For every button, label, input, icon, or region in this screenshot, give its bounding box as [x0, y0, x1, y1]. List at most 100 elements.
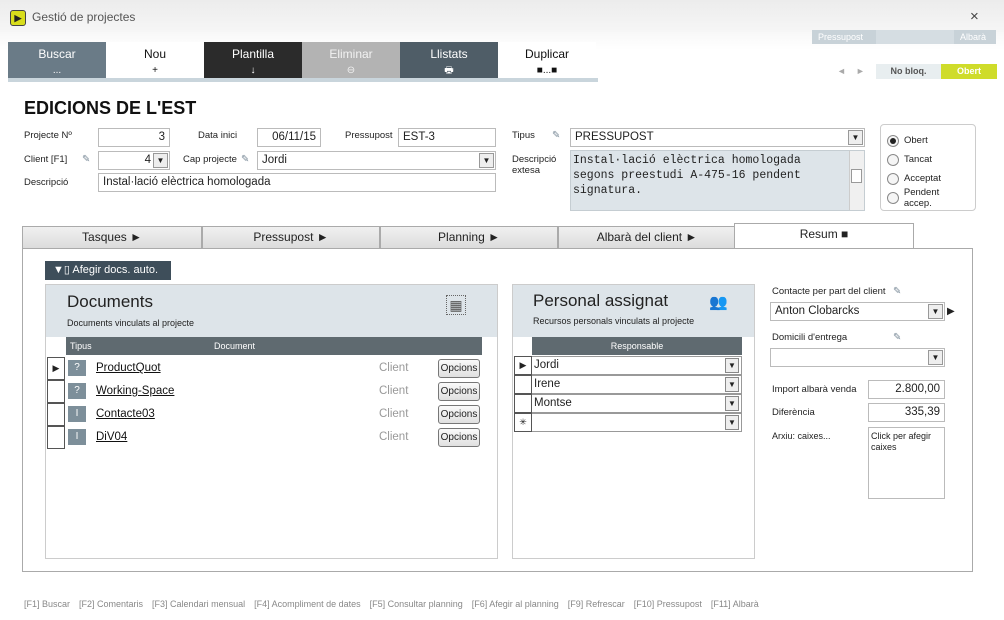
- projecte-field[interactable]: 3: [98, 128, 170, 147]
- documents-subtitle: Documents vinculats al projecte: [67, 318, 195, 328]
- radio-circle[interactable]: [887, 191, 899, 204]
- pager-spacer: [876, 30, 954, 44]
- tab-1[interactable]: Tasques ►: [22, 226, 202, 249]
- duplicar-button[interactable]: Duplicar ■...■: [498, 42, 596, 78]
- grid-view-icon[interactable]: ▦: [446, 295, 466, 315]
- row-selector[interactable]: ▶: [47, 357, 65, 380]
- pager-pressupost[interactable]: Pressupost: [812, 30, 876, 44]
- row-selector[interactable]: ✳: [514, 413, 532, 432]
- chevron-down-icon[interactable]: ▼: [479, 153, 494, 168]
- radio-circle[interactable]: [887, 172, 899, 185]
- radio-obert[interactable]: Obert: [887, 131, 969, 150]
- opcions-button[interactable]: Opcions: [438, 428, 480, 447]
- document-link[interactable]: DiV04: [96, 431, 127, 443]
- doc-type-icon: I: [68, 429, 86, 445]
- document-client: Client: [379, 408, 409, 420]
- radio-circle[interactable]: [887, 134, 899, 147]
- eliminar-button[interactable]: Eliminar ⊖: [302, 42, 400, 78]
- domicili-edit-icon[interactable]: ✎: [893, 332, 901, 343]
- buscar-icon: ...: [52, 65, 62, 76]
- duplicar-icon: ■...■: [536, 65, 558, 76]
- tab-5[interactable]: Resum ■: [734, 223, 914, 250]
- opcions-button[interactable]: Opcions: [438, 405, 480, 424]
- scroll-thumb[interactable]: [851, 169, 862, 183]
- data-inici-label: Data inici: [198, 130, 238, 141]
- afegir-docs-button[interactable]: ▼▯ Afegir docs. auto.: [45, 261, 171, 280]
- chevron-down-icon[interactable]: ▼: [725, 358, 739, 373]
- tab-2[interactable]: Pressupost ►: [202, 226, 380, 249]
- radio-label: Pendent accep.: [903, 186, 940, 209]
- shortcut-hint: [F2] Comentaris: [79, 599, 144, 609]
- contacte-go-icon[interactable]: ▶: [947, 306, 955, 317]
- row-selector[interactable]: [47, 426, 65, 449]
- radio-tancat[interactable]: Tancat: [887, 150, 969, 169]
- tipus-select[interactable]: PRESSUPOST ▼: [570, 128, 865, 147]
- chevron-down-icon[interactable]: ▼: [725, 377, 739, 392]
- diferencia-field[interactable]: 335,39: [868, 403, 945, 422]
- chevron-down-icon[interactable]: ▼: [928, 350, 943, 365]
- shortcut-hint: [F9] Refrescar: [567, 599, 625, 609]
- row-selector[interactable]: [47, 403, 65, 426]
- responsable-select[interactable]: Jordi ▼: [532, 356, 742, 375]
- chevron-down-icon[interactable]: ▼: [725, 415, 739, 430]
- arxiu-box[interactable]: Click per afegir caixes: [868, 427, 945, 499]
- opcions-button[interactable]: Opcions: [438, 359, 480, 378]
- tab-3[interactable]: Planning ►: [380, 226, 558, 249]
- document-link[interactable]: Working-Space: [96, 385, 174, 397]
- open-status-badge[interactable]: Obert: [941, 64, 997, 79]
- radio-circle[interactable]: [887, 153, 899, 166]
- client-edit-icon[interactable]: ✎: [82, 154, 90, 165]
- documents-panel: Documents Documents vinculats al project…: [45, 284, 498, 559]
- llistats-button[interactable]: Llistats 🖶: [400, 42, 498, 78]
- buscar-button[interactable]: Buscar...: [8, 42, 106, 78]
- row-selector[interactable]: [47, 380, 65, 403]
- chevron-down-icon[interactable]: ▼: [153, 153, 168, 168]
- tipus-label: Tipus: [512, 130, 535, 141]
- pager-albara[interactable]: Albarà: [954, 30, 996, 44]
- plantilla-button[interactable]: Plantilla ↓: [204, 42, 302, 78]
- document-link[interactable]: Contacte03: [96, 408, 155, 420]
- chevron-down-icon[interactable]: ▼: [848, 130, 863, 145]
- document-link[interactable]: ProductQuot: [96, 362, 161, 374]
- responsable-select[interactable]: ▼: [532, 413, 742, 432]
- domicili-select[interactable]: ▼: [770, 348, 945, 367]
- document-client: Client: [379, 362, 409, 374]
- plantilla-label: Plantilla: [231, 47, 275, 61]
- client-select[interactable]: 4 ▼: [98, 151, 170, 170]
- llistats-label: Llistats: [430, 47, 468, 61]
- opcions-button[interactable]: Opcions: [438, 382, 480, 401]
- chevron-down-icon[interactable]: ▼: [928, 304, 943, 319]
- lock-status-badge[interactable]: No bloq.: [876, 64, 941, 79]
- responsable-select[interactable]: Irene ▼: [532, 375, 742, 394]
- llistats-icon: 🖶: [444, 65, 454, 76]
- tab-4[interactable]: Albarà del client ►: [558, 226, 736, 249]
- row-selector[interactable]: [514, 375, 532, 394]
- cap-edit-icon[interactable]: ✎: [241, 154, 249, 165]
- data-inici-field[interactable]: 06/11/15: [257, 128, 321, 147]
- close-icon[interactable]: ×: [970, 8, 979, 25]
- import-field[interactable]: 2.800,00: [868, 380, 945, 399]
- nou-button[interactable]: Nou +: [106, 42, 204, 78]
- doc-type-icon: ?: [68, 360, 86, 376]
- shortcut-hint: [F3] Calendari mensual: [152, 599, 246, 609]
- radio-pendentaccep[interactable]: Pendent accep.: [887, 186, 969, 209]
- row-selector[interactable]: ▶: [514, 356, 532, 375]
- shortcut-hint: [F4] Acompliment de dates: [254, 599, 361, 609]
- desc-ext-textarea[interactable]: Instal·lació elèctrica homologada segons…: [570, 150, 865, 211]
- pressupost-field[interactable]: EST-3: [398, 128, 496, 147]
- row-selector[interactable]: [514, 394, 532, 413]
- chevron-down-icon[interactable]: ▼: [725, 396, 739, 411]
- add-person-icon[interactable]: 👥: [709, 293, 728, 311]
- list-item: Montse ▼: [513, 394, 743, 413]
- descripcio-field[interactable]: Instal·lació elèctrica homologada: [98, 173, 496, 192]
- contacte-select[interactable]: Anton Clobarcks ▼: [770, 302, 945, 321]
- contacte-edit-icon[interactable]: ✎: [893, 286, 901, 297]
- prev-arrow-icon[interactable]: ◄: [837, 66, 856, 76]
- tipus-edit-icon[interactable]: ✎: [552, 130, 560, 141]
- next-arrow-icon[interactable]: ►: [856, 66, 875, 76]
- responsable-select[interactable]: Montse ▼: [532, 394, 742, 413]
- radio-acceptat[interactable]: Acceptat: [887, 169, 969, 188]
- descripcio-label: Descripció: [24, 177, 69, 188]
- cap-projecte-select[interactable]: Jordi ▼: [257, 151, 496, 170]
- duplicar-label: Duplicar: [524, 47, 569, 61]
